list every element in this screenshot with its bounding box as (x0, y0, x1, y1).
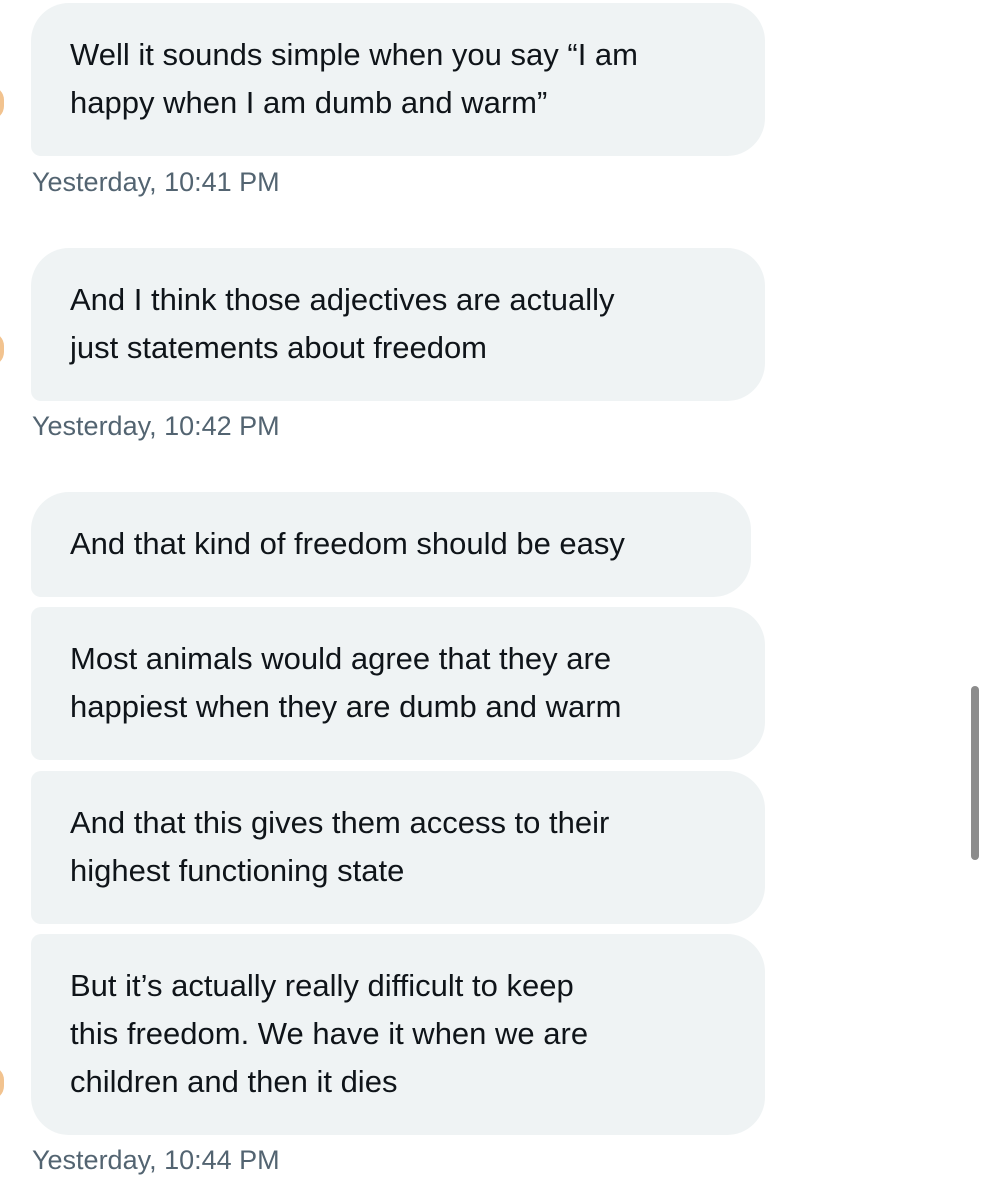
message-text-line: But it’s actually really difficult to ke… (70, 968, 574, 1003)
message-text-line: And that this gives them access to their (70, 805, 610, 840)
message-text-line: happy when I am dumb and warm” (70, 85, 548, 120)
message-text-line: this freedom. We have it when we are (70, 1016, 589, 1051)
message-bubble[interactable]: And that kind of freedom should be easy (31, 492, 751, 597)
message-timestamp: Yesterday, 10:44 PM (32, 1145, 280, 1175)
message-text-line: children and then it dies (70, 1064, 398, 1099)
scrollbar[interactable] (971, 686, 979, 860)
message-text-line: highest functioning state (70, 853, 405, 888)
message-bubble[interactable]: Well it sounds simple when you say “I am… (31, 3, 765, 156)
avatar[interactable] (0, 1066, 4, 1100)
message-bubble[interactable]: Most animals would agree that they are h… (31, 607, 765, 760)
message-bubble[interactable]: And that this gives them access to their… (31, 771, 765, 924)
message-timestamp: Yesterday, 10:42 PM (32, 411, 280, 441)
message-bubble[interactable]: But it’s actually really difficult to ke… (31, 934, 765, 1135)
message-bubble[interactable]: And I think those adjectives are actuall… (31, 248, 765, 401)
avatar[interactable] (0, 86, 4, 120)
message-text-line: Well it sounds simple when you say “I am (70, 37, 638, 72)
message-text-line: just statements about freedom (70, 330, 488, 365)
message-timestamp: Yesterday, 10:41 PM (32, 167, 280, 197)
message-text-line: And that kind of freedom should be easy (70, 526, 625, 561)
avatar[interactable] (0, 332, 4, 366)
message-text-line: And I think those adjectives are actuall… (70, 282, 615, 317)
message-text-line: Most animals would agree that they are (70, 641, 612, 676)
message-text-line: happiest when they are dumb and warm (70, 689, 622, 724)
